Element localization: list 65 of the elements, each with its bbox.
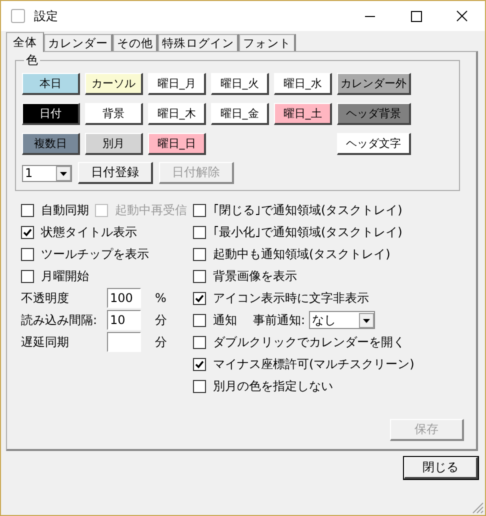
checkbox[interactable] [193, 204, 206, 216]
checkbox-label[interactable]: ダブルクリックでカレンダーを開く [213, 334, 405, 350]
color-button[interactable]: 曜日_日 [148, 133, 206, 155]
checkbox-label[interactable]: ｢最小化｣で通知領域(タスクトレイ) [213, 224, 402, 240]
text-field[interactable]: 10 [107, 310, 141, 330]
checkbox[interactable] [193, 292, 206, 304]
field-label: 遅延同期 [21, 334, 70, 350]
tab[interactable]: 特殊ログイン [158, 34, 239, 51]
checkbox[interactable] [193, 380, 206, 392]
select-label: 事前通知: [253, 312, 306, 328]
checkbox-label[interactable]: ツールチップを表示 [41, 246, 149, 262]
checkbox[interactable] [21, 204, 34, 216]
text-field[interactable] [107, 332, 141, 352]
checkbox-label[interactable]: アイコン表示時に文字非表示 [213, 290, 369, 306]
checkbox[interactable] [193, 358, 206, 370]
tab[interactable]: 全体 [6, 32, 44, 52]
color-button[interactable]: 曜日_土 [274, 103, 332, 125]
checkbox[interactable] [193, 248, 206, 260]
text-field[interactable]: 100 [107, 288, 141, 308]
number-dropdown[interactable]: 1 [22, 164, 72, 182]
checkbox[interactable] [21, 248, 34, 260]
tab[interactable]: カレンダー [44, 34, 113, 51]
checkbox-label[interactable]: ｢閉じる｣で通知領域(タスクトレイ) [213, 202, 402, 218]
checkbox[interactable] [193, 270, 206, 282]
tab[interactable]: その他 [113, 34, 158, 51]
checkbox[interactable] [21, 270, 34, 282]
group-title: 色 [24, 52, 40, 68]
color-button[interactable]: 複数日 [22, 133, 80, 155]
checkbox-label[interactable]: 別月の色を指定しない [213, 378, 333, 394]
color-button[interactable]: 背景 [85, 103, 143, 125]
tab[interactable]: フォント [239, 34, 296, 51]
unit-label: 分 [155, 312, 167, 328]
color-button[interactable]: ヘッダ文字 [337, 133, 411, 155]
checkbox-label[interactable]: マイナス座標許可(マルチスクリーン) [213, 356, 414, 372]
checkbox-label[interactable]: 通知 [213, 312, 237, 328]
color-button[interactable]: ヘッダ背景 [337, 103, 411, 125]
date-button[interactable]: 日付登録 [78, 162, 153, 184]
app-icon [11, 9, 25, 23]
unit-label: % [155, 291, 166, 305]
field-label: 読み込み間隔: [21, 312, 98, 328]
color-button[interactable]: 日付 [22, 103, 80, 125]
color-button[interactable]: 曜日_水 [274, 73, 332, 95]
color-button[interactable]: 別月 [85, 133, 143, 155]
checkbox[interactable] [193, 314, 206, 326]
color-button[interactable]: 曜日_木 [148, 103, 206, 125]
checkbox-label[interactable]: 月曜開始 [41, 268, 89, 284]
unit-label: 分 [155, 334, 167, 350]
checkbox-label[interactable]: 状態タイトル表示 [41, 224, 137, 240]
resize-grip-icon[interactable] [472, 502, 484, 514]
checkbox-label[interactable]: 自動同期 [41, 202, 89, 218]
checkbox[interactable] [193, 226, 206, 238]
color-button[interactable]: 曜日_火 [211, 73, 269, 95]
color-button[interactable]: 本日 [22, 73, 80, 95]
notice-dropdown[interactable]: なし [309, 311, 376, 329]
checkbox[interactable] [21, 226, 34, 238]
field-label: 不透明度 [21, 290, 70, 306]
color-button[interactable]: 曜日_金 [211, 103, 269, 125]
color-button[interactable]: カーソル [85, 73, 143, 95]
window-title: 設定 [34, 8, 59, 24]
checkbox-label[interactable]: 背景画像を表示 [213, 268, 297, 284]
close-button[interactable]: 閉じる [404, 457, 478, 479]
checkbox[interactable] [193, 336, 206, 348]
color-button[interactable]: 曜日_月 [148, 73, 206, 95]
checkbox-label[interactable]: 起動中も通知領域(タスクトレイ) [213, 246, 390, 262]
color-button[interactable]: カレンダー外 [337, 73, 411, 95]
